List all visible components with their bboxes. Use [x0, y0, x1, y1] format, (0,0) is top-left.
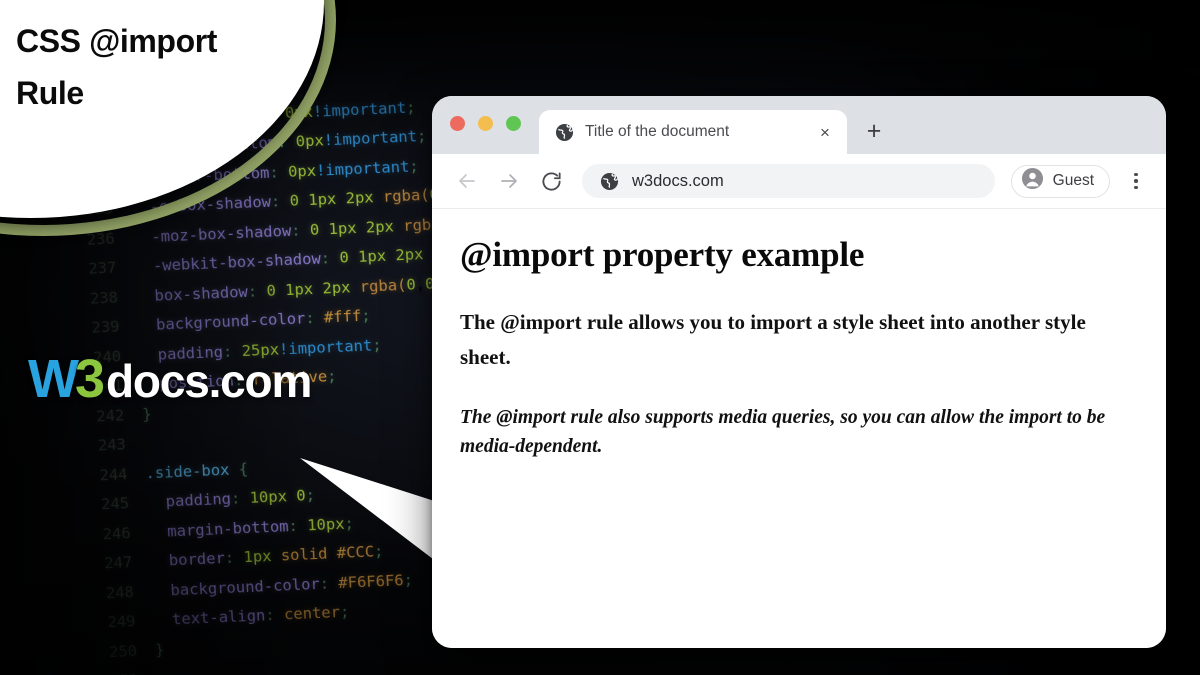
content-paragraph-bold: The @import rule allows you to import a …	[460, 310, 1086, 369]
window-traffic-lights	[450, 96, 521, 154]
tab-title: Title of the document	[585, 123, 730, 140]
close-window-button[interactable]	[450, 115, 465, 131]
address-bar[interactable]: w3docs.com	[582, 164, 995, 198]
globe-icon	[555, 123, 574, 142]
w3docs-logo: W 3 docs.com	[28, 348, 312, 410]
new-tab-button[interactable]: +	[861, 118, 887, 144]
profile-button[interactable]: Guest	[1010, 164, 1110, 198]
content-heading: @import property example	[460, 235, 865, 274]
globe-icon	[600, 172, 619, 191]
title-line-1: CSS @import	[16, 23, 218, 59]
browser-tab[interactable]: Title of the document ×	[539, 110, 847, 154]
url-text: w3docs.com	[632, 171, 724, 190]
forward-arrow-icon[interactable]	[496, 168, 522, 194]
logo-w: W	[28, 349, 79, 409]
logo-docs: docs.com	[106, 355, 312, 407]
close-icon[interactable]: ×	[815, 122, 835, 142]
logo-three: 3	[74, 349, 105, 409]
browser-tab-bar: Title of the document × +	[432, 96, 1166, 154]
browser-toolbar: w3docs.com Guest	[432, 154, 1166, 209]
profile-label: Guest	[1052, 172, 1094, 189]
avatar	[1021, 167, 1044, 195]
kebab-menu-icon[interactable]	[1126, 172, 1146, 190]
poster-canvas: .header { margin-bottom: 0px!important;2…	[0, 0, 1200, 675]
back-arrow-icon[interactable]	[454, 168, 480, 194]
title-line-2: Rule	[16, 74, 84, 111]
content-paragraph-italic: The @import rule also supports media que…	[460, 406, 1106, 457]
maximize-window-button[interactable]	[506, 115, 521, 131]
browser-window: Title of the document × + w3docs.com Gue…	[432, 96, 1166, 648]
page-title: CSS @import Rule	[16, 16, 306, 120]
minimize-window-button[interactable]	[478, 115, 493, 131]
page-content: @import property example The @import rul…	[432, 209, 1166, 648]
reload-icon[interactable]	[538, 168, 564, 194]
